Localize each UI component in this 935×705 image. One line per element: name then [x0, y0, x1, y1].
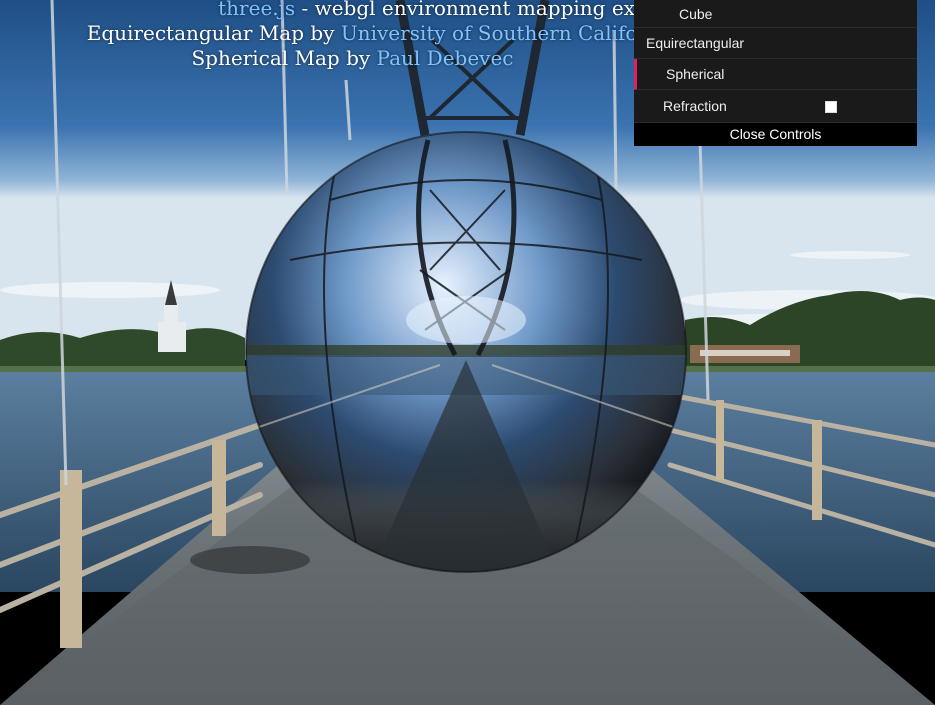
gui-option-spherical[interactable]: Spherical — [634, 59, 917, 90]
gui-option-cube-label: Cube — [679, 5, 713, 22]
gui-option-refraction-label: Refraction — [663, 98, 727, 114]
controls-panel: Cube Equirectangular Spherical Refractio… — [634, 0, 917, 146]
refraction-checkbox[interactable] — [825, 101, 837, 113]
gui-option-equirectangular[interactable]: Equirectangular — [634, 28, 917, 59]
gui-option-spherical-label: Spherical — [666, 66, 725, 82]
threejs-link[interactable]: three.js — [218, 0, 295, 20]
info-line-3-text: Spherical Map by — [191, 46, 377, 70]
gui-option-refraction[interactable]: Refraction — [634, 90, 917, 123]
usc-link[interactable]: University of Southern California — [341, 21, 678, 45]
close-controls-button[interactable]: Close Controls — [634, 123, 917, 146]
info-line-2-text: Equirectangular Map by — [86, 21, 341, 45]
gui-option-cube[interactable]: Cube — [634, 0, 917, 28]
gui-option-equirectangular-label: Equirectangular — [646, 35, 745, 51]
paul-debevec-link[interactable]: Paul Debevec — [377, 46, 514, 70]
